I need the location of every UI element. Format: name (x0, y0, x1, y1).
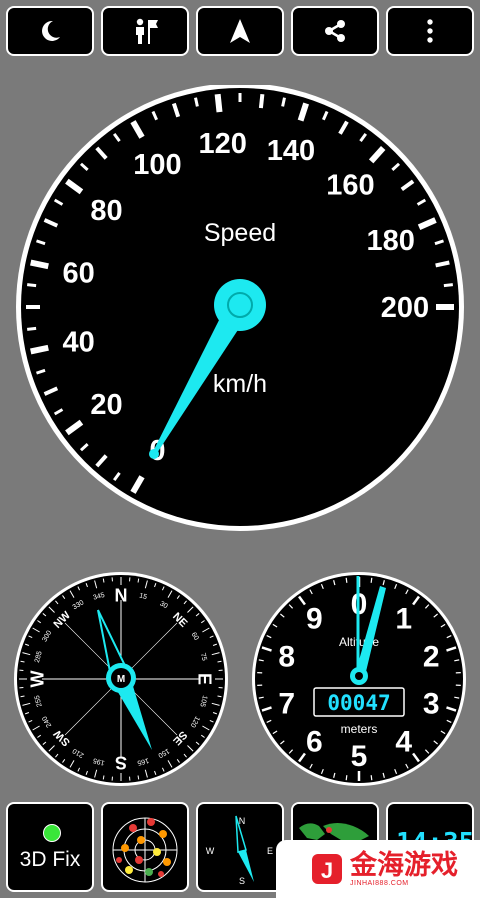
mini-compass-w: W (206, 846, 215, 856)
compass-tick (217, 695, 222, 698)
speed-tick-label: 60 (62, 258, 94, 290)
share-icon (325, 20, 345, 42)
speedometer-gauge: 020406080100120140160180200 Speed km/h (16, 85, 464, 531)
mini-compass-s: S (239, 876, 245, 886)
more-vertical-icon (427, 19, 433, 43)
compass-cardinal-w: W (27, 671, 47, 688)
altimeter-tick (370, 577, 373, 583)
watermark-logo-letter: J (321, 858, 333, 883)
speed-tick-label: 80 (90, 195, 122, 227)
altimeter-gauge: 0123456789 Altitude 00047 meters (252, 572, 466, 786)
compass-tick (217, 660, 222, 663)
speed-tick-label: 140 (267, 135, 315, 167)
waypoint-button[interactable] (101, 6, 189, 56)
compass-cardinal-e: E (195, 673, 215, 685)
speed-tick (30, 344, 49, 355)
mini-compass-n: N (239, 816, 246, 826)
compass-gauge: NESWNESESWNW1530607510512015016519521024… (14, 572, 228, 786)
speed-tick (214, 93, 223, 113)
gps-fix-button[interactable]: 3D Fix (6, 802, 94, 892)
compass-view-button[interactable]: N E S W (196, 802, 284, 892)
compass-cardinal-n: N (115, 585, 128, 605)
altimeter-tick (370, 775, 373, 781)
compass-tick (137, 578, 140, 583)
speed-unit: km/h (213, 370, 267, 398)
speed-tick (281, 97, 286, 107)
satellite-radar-icon (112, 817, 178, 883)
altimeter-digit: 1 (395, 603, 412, 636)
altimeter-digit: 2 (423, 641, 440, 674)
speed-needle-hub (214, 279, 266, 331)
altimeter-digit: 7 (278, 687, 295, 720)
person-flag-icon (136, 18, 158, 44)
speed-tick-label: 120 (199, 128, 247, 160)
speed-tick (443, 283, 453, 288)
mini-compass-icon: N E S W (206, 815, 273, 886)
altitude-unit: meters (341, 722, 378, 736)
compass-center-label: M (117, 674, 125, 685)
speed-needle-tip (149, 448, 159, 459)
watermark-logo: J (310, 852, 344, 886)
altimeter-digit: 5 (351, 740, 368, 773)
altimeter-tick (345, 577, 348, 583)
brand-logo-icon: J (312, 854, 342, 884)
speed-tick-label: 160 (326, 169, 374, 201)
share-button[interactable] (291, 6, 379, 56)
satellite-view-button[interactable] (101, 802, 189, 892)
compass-cardinal-s: S (115, 753, 127, 773)
speed-tick-label: 180 (367, 225, 415, 257)
altimeter-digit: 8 (278, 641, 295, 674)
moon-icon (42, 20, 60, 41)
navigation-arrow-icon (230, 19, 250, 43)
mini-compass-e: E (267, 846, 273, 856)
speed-tick (30, 259, 49, 270)
speed-tick-label: 100 (133, 149, 181, 181)
altimeter-tick (345, 775, 348, 781)
speed-tick-label: 20 (90, 389, 122, 421)
speed-tick (258, 93, 265, 109)
altitude-readout: 00047 (327, 691, 390, 715)
compass-tick (137, 775, 140, 780)
toolbar (6, 6, 474, 58)
altimeter-digit: 4 (395, 725, 412, 758)
speed-tick (194, 97, 199, 107)
altimeter-digit: 6 (306, 725, 323, 758)
overflow-menu-button[interactable] (386, 6, 474, 56)
compass-tick (20, 660, 25, 663)
watermark-brand: 金海游戏 (350, 849, 458, 881)
fix-status-indicator (43, 824, 61, 842)
compass-tick (20, 695, 25, 698)
compass-tick (102, 578, 105, 583)
night-mode-button[interactable] (6, 6, 94, 56)
speed-tick (27, 326, 37, 331)
speed-tick (435, 260, 450, 268)
navigation-button[interactable] (196, 6, 284, 56)
speed-tick-label: 40 (62, 326, 94, 358)
speed-tick-label: 200 (381, 292, 429, 324)
speed-tick (27, 283, 37, 288)
altimeter-digit: 3 (423, 687, 440, 720)
fix-label: 3D Fix (19, 848, 81, 871)
speed-label: Speed (204, 219, 276, 247)
compass-tick (102, 775, 105, 780)
watermark-overlay: J 金海游戏 JINHAI888.COM (276, 840, 480, 898)
altimeter-digit: 9 (306, 603, 323, 636)
watermark-url: JINHAI888.COM (350, 879, 409, 887)
